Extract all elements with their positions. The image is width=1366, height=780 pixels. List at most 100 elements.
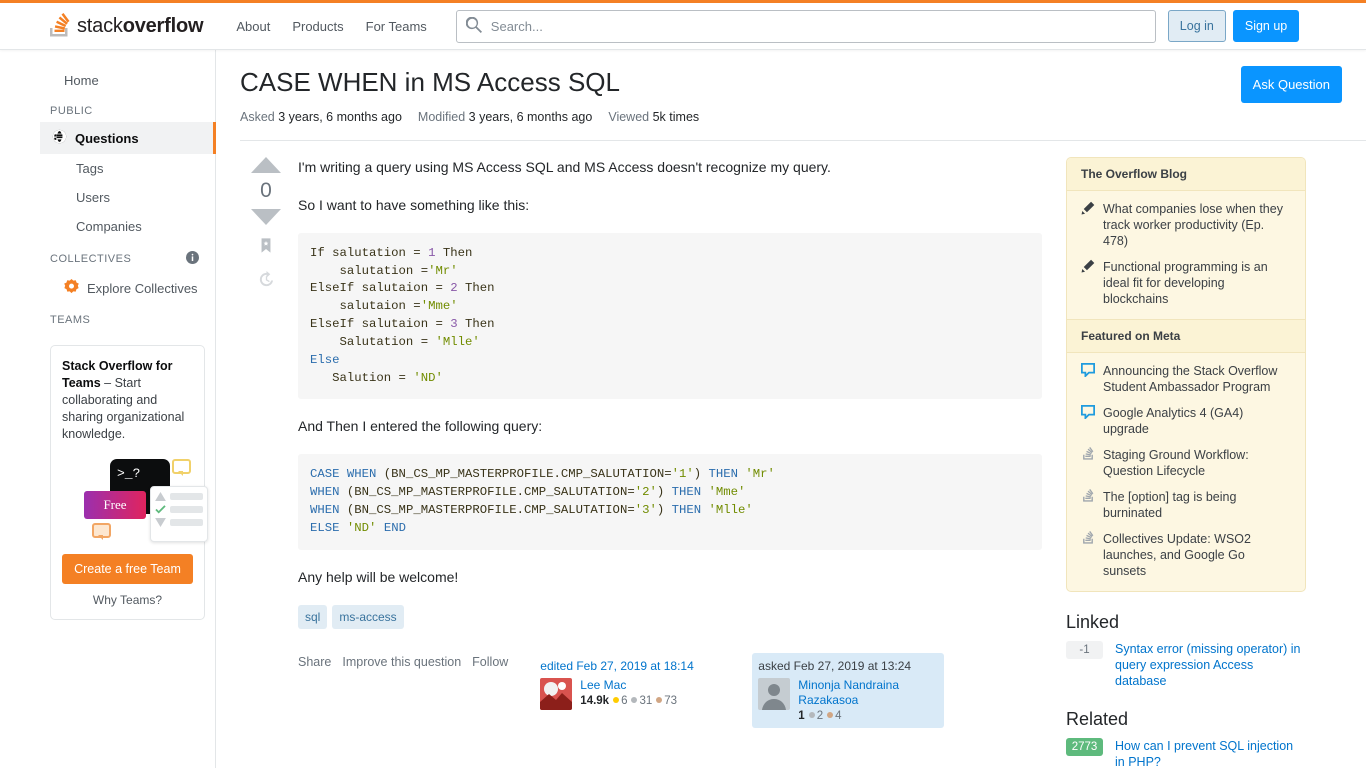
avatar[interactable]: [540, 677, 573, 710]
asker-silver-count: 2: [816, 709, 824, 722]
question-history-icon[interactable]: [258, 270, 275, 291]
related-item[interactable]: 2773 How can I prevent SQL injection in …: [1066, 737, 1306, 770]
related-item-title[interactable]: How can I prevent SQL injection in PHP?: [1115, 738, 1306, 770]
related-heading: Related: [1066, 708, 1129, 729]
tag-list: sql ms-access: [298, 604, 1042, 629]
globe-icon: [52, 129, 67, 147]
meta-item-label: Google Analytics 4 (GA4) upgrade: [1103, 405, 1244, 436]
stackoverflow-logo[interactable]: stackoverflow: [48, 13, 204, 39]
meta-item[interactable]: The [option] tag is being burninated: [1081, 488, 1291, 521]
editor-reputation: 14.9k 6 31 73: [580, 695, 677, 707]
question-body-row: 0 I'm writing a query using MS Access SQ…: [240, 141, 1366, 780]
why-teams-link[interactable]: Why Teams?: [62, 593, 193, 607]
blog-item[interactable]: What companies lose when they track work…: [1081, 201, 1291, 249]
create-free-team-button[interactable]: Create a free Team: [62, 554, 193, 584]
vote-count: 0: [260, 178, 272, 202]
sidebar-item-users[interactable]: Users: [40, 183, 215, 212]
related-item-score: 2773: [1066, 737, 1103, 756]
asker-name[interactable]: Minonja Nandraina Razakasoa: [798, 678, 899, 707]
post-links: Share Improve this question Follow: [298, 653, 508, 669]
asker-bronze-count: 4: [835, 709, 842, 722]
nav-item-about[interactable]: About: [225, 3, 281, 50]
meta-item-label: Collectives Update: WSO2 launches, and G…: [1103, 531, 1251, 578]
stackoverflow-logo-icon: [48, 13, 70, 39]
post-action-bar: Share Improve this question Follow edite…: [298, 652, 1042, 728]
improve-question-link[interactable]: Improve this question: [342, 655, 461, 669]
upvote-button[interactable]: [251, 156, 281, 173]
sign-up-button[interactable]: Sign up: [1232, 10, 1300, 42]
question-stats: Asked 3 years, 6 months ago Modified 3 y…: [240, 110, 1241, 132]
collectives-star-icon: [64, 279, 79, 297]
meta-item-label: Announcing the Stack Overflow Student Am…: [1103, 363, 1278, 394]
sidebar-item-questions[interactable]: Questions: [40, 122, 216, 154]
teams-promo-illustration: >_? Free: [62, 453, 208, 548]
vote-cell: 0: [240, 156, 292, 780]
meta-item[interactable]: Collectives Update: WSO2 launches, and G…: [1081, 530, 1291, 579]
stackoverflow-icon: [1081, 446, 1095, 479]
asker-rep-value: 1: [798, 709, 805, 722]
explore-collectives-label: Explore Collectives: [87, 280, 198, 296]
featured-on-meta-list: Announcing the Stack Overflow Student Am…: [1067, 353, 1305, 591]
blog-item-label: Functional programming is an ideal fit f…: [1103, 259, 1268, 306]
post-paragraph-4: Any help will be welcome!: [298, 568, 459, 585]
edited-timestamp[interactable]: edited Feb 27, 2019 at 18:14: [540, 659, 720, 673]
sidebar-item-companies[interactable]: Companies: [40, 212, 215, 241]
left-sidebar: Home PUBLIC Questions Tags Users Compani…: [40, 50, 216, 768]
avatar[interactable]: [758, 677, 791, 710]
blog-item[interactable]: Functional programming is an ideal fit f…: [1081, 259, 1291, 307]
question-header: CASE WHEN in MS Access SQL Asked 3 years…: [240, 66, 1366, 141]
tag-sql[interactable]: sql: [298, 604, 328, 629]
asked-timestamp: asked Feb 27, 2019 at 13:24: [758, 658, 912, 673]
log-in-button[interactable]: Log in: [1167, 10, 1226, 42]
editor-silver-count: 31: [639, 694, 653, 707]
search-input[interactable]: [488, 17, 1146, 35]
meta-item[interactable]: Google Analytics 4 (GA4) upgrade: [1081, 404, 1291, 437]
sidebar-heading-public: PUBLIC: [50, 105, 93, 117]
asked-stat: Asked 3 years, 6 months ago: [240, 109, 402, 124]
sidebar-item-tags[interactable]: Tags: [40, 154, 215, 183]
logo-text: stackoverflow: [77, 14, 204, 37]
editor-name[interactable]: Lee Mac: [580, 678, 626, 692]
nav-item-products[interactable]: Products: [281, 3, 354, 50]
meta-item-label: The [option] tag is being burninated: [1103, 489, 1237, 520]
tag-ms-access[interactable]: ms-access: [332, 604, 404, 629]
post-paragraph-1: I'm writing a query using MS Access SQL …: [298, 158, 831, 175]
viewed-stat: Viewed 5k times: [608, 109, 700, 124]
teams-promo-card: Stack Overflow for Teams – Start collabo…: [50, 345, 208, 620]
sidebar-heading-collectives: COLLECTIVES: [40, 241, 215, 272]
ask-question-button[interactable]: Ask Question: [1240, 66, 1342, 103]
meta-item[interactable]: Staging Ground Workflow: Question Lifecy…: [1081, 446, 1291, 479]
orange-speech-bubble-icon: [92, 523, 111, 540]
post-paragraph-3: And Then I entered the following query:: [298, 418, 543, 435]
nav-item-for-teams[interactable]: For Teams: [355, 3, 438, 50]
featured-on-meta-heading: Featured on Meta: [1067, 318, 1305, 353]
code-block-vba: If salutation = 1 Then salutation ='Mr' …: [298, 232, 1042, 400]
linked-heading: Linked: [1066, 611, 1120, 632]
overflow-blog-list: What companies lose when they track work…: [1067, 191, 1305, 319]
teams-promo-text: Stack Overflow for Teams – Start collabo…: [62, 358, 193, 443]
sidebar-item-explore-collectives[interactable]: Explore Collectives: [40, 272, 215, 304]
info-icon[interactable]: [186, 251, 199, 267]
linked-item-title[interactable]: Syntax error (missing operator) in query…: [1115, 641, 1306, 689]
silver-badge-icon: [631, 697, 638, 704]
editor-user-card: edited Feb 27, 2019 at 18:14 Lee Mac 14.…: [534, 653, 726, 716]
meta-item[interactable]: Announcing the Stack Overflow Student Am…: [1081, 362, 1291, 395]
overflow-blog-heading: The Overflow Blog: [1067, 157, 1305, 191]
gold-badge-icon: [613, 697, 620, 704]
editor-bronze-count: 73: [664, 694, 678, 707]
linked-item[interactable]: -1 Syntax error (missing operator) in qu…: [1066, 640, 1306, 689]
top-navigation-bar: stackoverflow About Products For Teams L…: [0, 3, 1366, 50]
sidebar-item-home[interactable]: Home: [40, 66, 215, 95]
pencil-icon: [1081, 259, 1095, 307]
downvote-button[interactable]: [251, 208, 281, 225]
follow-link[interactable]: Follow: [472, 655, 508, 669]
meta-item-label: Staging Ground Workflow: Question Lifecy…: [1103, 447, 1249, 478]
search-icon: [465, 16, 482, 36]
search-box[interactable]: [455, 9, 1156, 43]
share-link[interactable]: Share: [298, 655, 331, 669]
main-content: CASE WHEN in MS Access SQL Asked 3 years…: [216, 50, 1366, 769]
bookmark-icon[interactable]: [258, 237, 274, 257]
page-title: CASE WHEN in MS Access SQL: [240, 67, 620, 97]
bronze-badge-icon: [827, 712, 834, 719]
modified-stat: Modified 3 years, 6 months ago: [417, 109, 593, 124]
